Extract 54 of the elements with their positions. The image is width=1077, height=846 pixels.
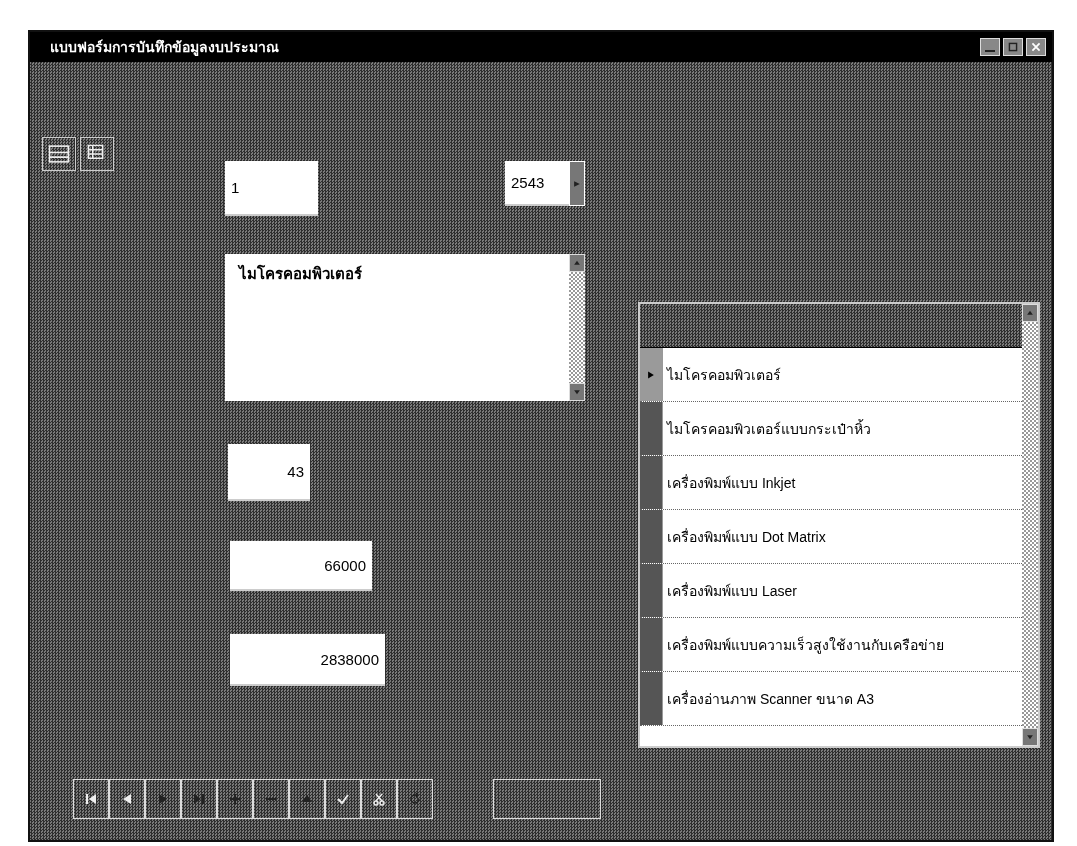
arrow-right-icon xyxy=(573,178,581,189)
navigator-button[interactable] xyxy=(109,779,145,819)
table-cell[interactable]: เครื่องอ่านภาพ Scanner ขนาด A3 xyxy=(663,672,1022,725)
navigator-button[interactable] xyxy=(361,779,397,819)
input-field[interactable]: 1 xyxy=(225,161,318,216)
navigator-button[interactable] xyxy=(217,779,253,819)
grid-icon xyxy=(48,143,70,165)
navigator-button[interactable] xyxy=(145,779,181,819)
maximize-button[interactable] xyxy=(1003,38,1023,56)
memo-field[interactable]: ไมโครคอมพิวเตอร์ xyxy=(225,254,585,401)
navigator-button[interactable] xyxy=(181,779,217,819)
scissors-icon xyxy=(372,792,386,806)
navigator-button[interactable] xyxy=(73,779,109,819)
row-selector[interactable] xyxy=(640,564,663,617)
table-cell[interactable]: เครื่องพิมพ์แบบ Inkjet xyxy=(663,456,1022,509)
table-cell[interactable]: ไมโครคอมพิวเตอร์ xyxy=(663,348,1022,401)
table-cell[interactable]: เครื่องพิมพ์แบบ Laser xyxy=(663,564,1022,617)
data-grid-tool[interactable] xyxy=(80,137,114,171)
navigator-button[interactable] xyxy=(253,779,289,819)
input-field[interactable]: 66000 xyxy=(230,541,372,591)
year-field[interactable]: 2543 xyxy=(505,161,569,206)
row-selector[interactable] xyxy=(640,618,663,671)
scroll-up-button[interactable] xyxy=(569,254,585,272)
first-icon xyxy=(84,792,98,806)
maximize-icon xyxy=(1008,42,1018,52)
exit-button[interactable] xyxy=(493,779,601,819)
check-icon xyxy=(336,792,350,806)
table-cell[interactable]: เครื่องพิมพ์แบบ Dot Matrix xyxy=(663,510,1022,563)
window-title: แบบฟอร์มการบันทึกข้อมูลงบประมาณ xyxy=(50,38,280,58)
navigator-button[interactable] xyxy=(397,779,433,819)
arrow-up-icon xyxy=(1026,309,1034,317)
row-selector[interactable] xyxy=(640,402,663,455)
row-selector[interactable] xyxy=(640,456,663,509)
plus-icon xyxy=(228,792,242,806)
input-field[interactable]: 2838000 xyxy=(230,634,385,686)
arrow-down-icon xyxy=(1026,733,1034,741)
row-selector[interactable] xyxy=(640,510,663,563)
minimize-button[interactable] xyxy=(980,38,1000,56)
close-icon xyxy=(1031,42,1041,52)
navigator-button[interactable] xyxy=(289,779,325,819)
navigator-button[interactable] xyxy=(325,779,361,819)
last-icon xyxy=(192,792,206,806)
input-field[interactable]: 43 xyxy=(228,444,310,501)
arrow-down-icon xyxy=(573,388,581,396)
minimize-icon xyxy=(985,50,995,52)
refresh-icon xyxy=(408,792,422,806)
table-cell[interactable]: เครื่องพิมพ์แบบความเร็วสูงใช้งานกับเครือข่าย xyxy=(663,618,1022,671)
spin-button[interactable] xyxy=(569,161,585,206)
table-cell[interactable]: ไมโครคอมพิวเตอร์แบบกระเป๋าหิ้ว xyxy=(663,402,1022,455)
arrow-up-icon xyxy=(573,259,581,267)
scroll-bar[interactable] xyxy=(1022,304,1038,746)
scroll-down-button[interactable] xyxy=(569,383,585,401)
data-control-tool[interactable] xyxy=(42,137,76,171)
row-selector[interactable] xyxy=(640,672,663,725)
